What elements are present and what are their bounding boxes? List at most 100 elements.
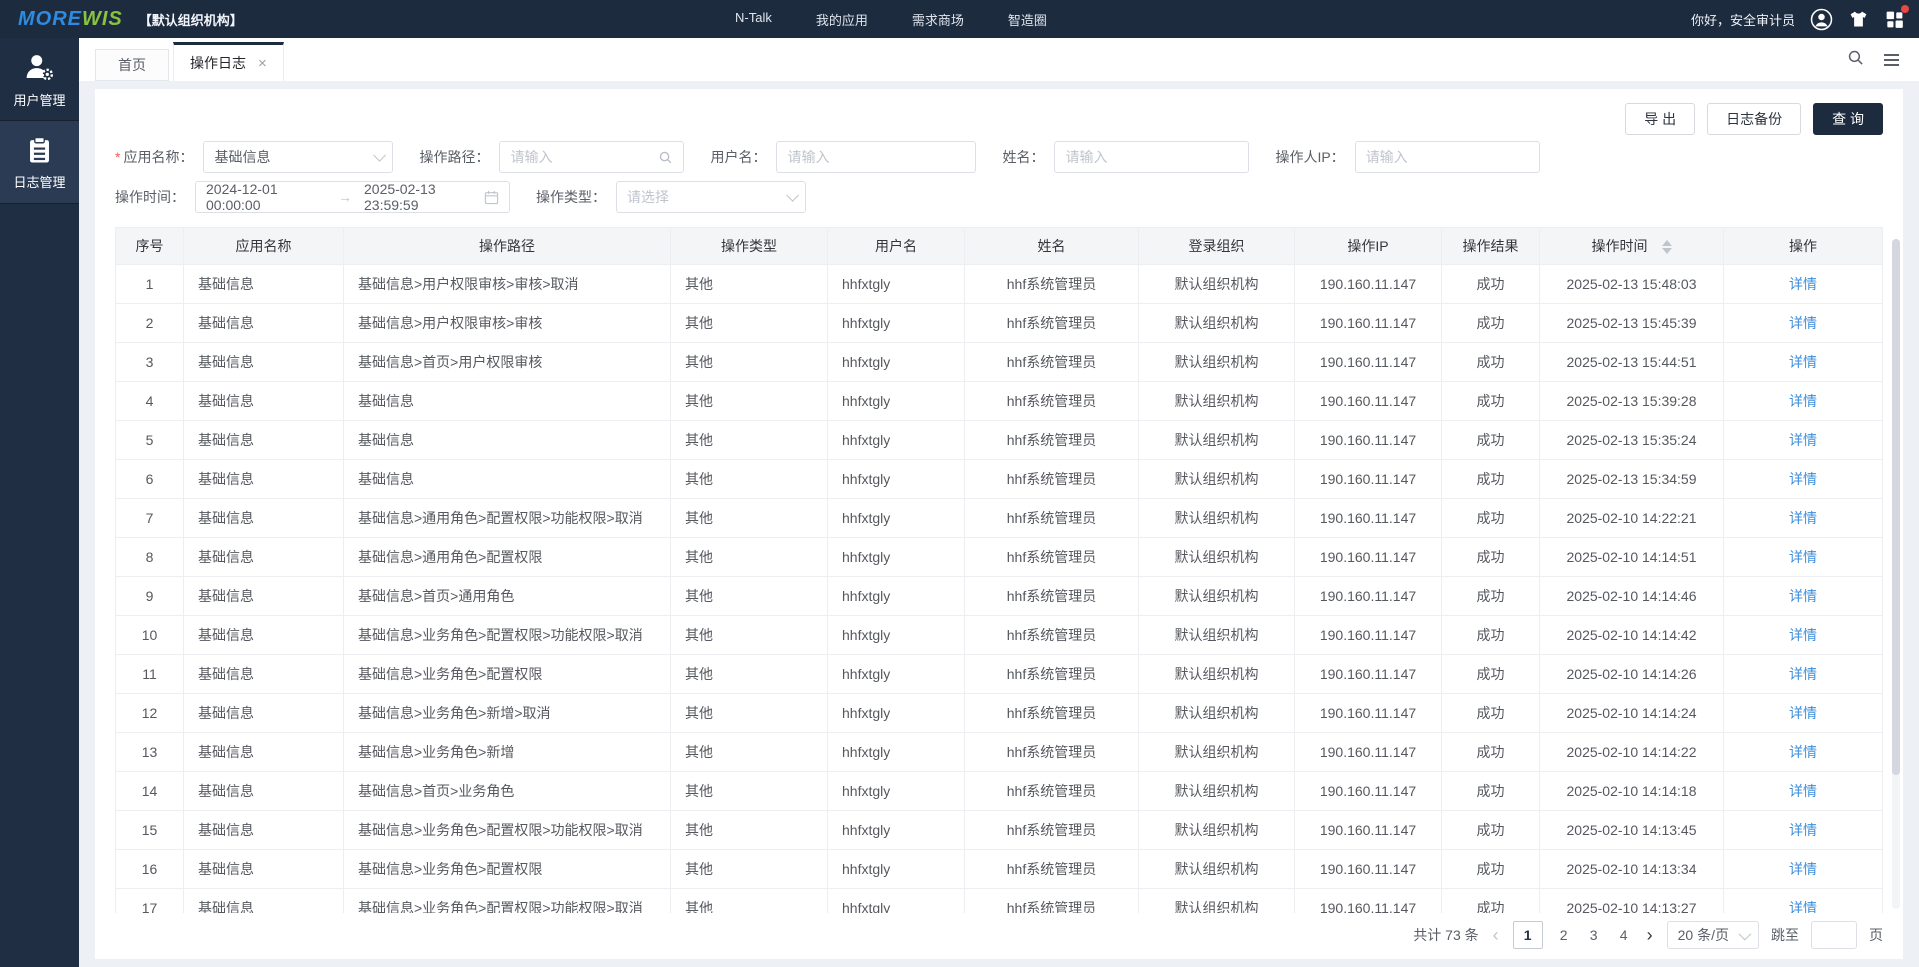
cell-action: 详情 xyxy=(1723,420,1883,460)
table-row: 5 基础信息 基础信息 其他 hhfxtgly hhf系统管理员 默认组织机构 … xyxy=(115,420,1883,460)
detail-link[interactable]: 详情 xyxy=(1789,744,1817,760)
next-page-icon[interactable]: › xyxy=(1645,926,1655,944)
app-logo[interactable]: MORE WIS xyxy=(18,8,123,31)
cell-seq: 10 xyxy=(115,615,184,655)
menu-icon[interactable] xyxy=(1884,54,1899,66)
cell-op-path: 基础信息>首页>业务角色 xyxy=(343,771,671,811)
detail-link[interactable]: 详情 xyxy=(1789,471,1817,487)
detail-link[interactable]: 详情 xyxy=(1789,354,1817,370)
detail-link[interactable]: 详情 xyxy=(1789,393,1817,409)
cell-op-result: 成功 xyxy=(1441,498,1540,538)
apps-grid-icon[interactable] xyxy=(1884,4,1909,30)
detail-link[interactable]: 详情 xyxy=(1789,666,1817,682)
prev-page-icon[interactable]: ‹ xyxy=(1491,926,1501,944)
export-button[interactable]: 导 出 xyxy=(1625,103,1696,135)
cell-op-path: 基础信息>首页>用户权限审核 xyxy=(343,342,671,382)
nav-item-my-apps[interactable]: 我的应用 xyxy=(816,10,868,29)
cell-action: 详情 xyxy=(1723,303,1883,343)
cell-op-result: 成功 xyxy=(1441,771,1540,811)
calendar-icon[interactable] xyxy=(484,190,499,205)
detail-link[interactable]: 详情 xyxy=(1789,510,1817,526)
cell-op-result: 成功 xyxy=(1441,537,1540,577)
cell-app-name: 基础信息 xyxy=(183,771,344,811)
query-button[interactable]: 查 询 xyxy=(1813,103,1883,135)
tab-operation-log[interactable]: 操作日志 × xyxy=(173,42,284,81)
cell-op-result: 成功 xyxy=(1441,888,1540,913)
detail-link[interactable]: 详情 xyxy=(1789,783,1817,799)
detail-link[interactable]: 详情 xyxy=(1789,315,1817,331)
op-type-select[interactable]: 请选择 xyxy=(616,181,806,213)
username-input[interactable]: 请输入 xyxy=(776,141,977,173)
cell-op-result: 成功 xyxy=(1441,303,1540,343)
cell-op-path: 基础信息 xyxy=(343,459,671,499)
cell-op-path: 基础信息>业务角色>配置权限>功能权限>取消 xyxy=(343,615,671,655)
search-icon[interactable] xyxy=(658,150,673,165)
tab-home[interactable]: 首页 xyxy=(95,49,169,81)
cell-op-result: 成功 xyxy=(1441,810,1540,850)
app-name-select[interactable]: 基础信息 xyxy=(203,141,394,173)
cell-op-ip: 190.160.11.147 xyxy=(1294,732,1442,772)
op-time-range-picker[interactable]: 2024-12-01 00:00:00 → 2025-02-13 23:59:5… xyxy=(195,181,510,213)
page-number-4[interactable]: 4 xyxy=(1615,927,1633,943)
cell-op-ip: 190.160.11.147 xyxy=(1294,810,1442,850)
cell-op-path: 基础信息>业务角色>新增>取消 xyxy=(343,693,671,733)
op-time-start: 2024-12-01 00:00:00 xyxy=(206,181,278,213)
col-header-op-time[interactable]: 操作时间 xyxy=(1539,227,1724,265)
close-icon[interactable]: × xyxy=(258,56,267,71)
detail-link[interactable]: 详情 xyxy=(1789,705,1817,721)
cell-username: hhfxtgly xyxy=(827,615,965,655)
table-row: 17 基础信息 基础信息>业务角色>配置权限>功能权限>取消 其他 hhfxtg… xyxy=(115,888,1883,913)
cell-op-ip: 190.160.11.147 xyxy=(1294,654,1442,694)
scrollbar-thumb[interactable] xyxy=(1892,239,1900,775)
detail-link[interactable]: 详情 xyxy=(1789,588,1817,604)
cell-seq: 1 xyxy=(115,264,184,304)
cell-op-type: 其他 xyxy=(670,303,828,343)
cell-name: hhf系统管理员 xyxy=(964,615,1139,655)
cell-action: 详情 xyxy=(1723,732,1883,772)
sidebar-item-user-management[interactable]: 用户管理 xyxy=(0,38,79,121)
cell-name: hhf系统管理员 xyxy=(964,264,1139,304)
page-number-2[interactable]: 2 xyxy=(1555,927,1573,943)
cell-username: hhfxtgly xyxy=(827,537,965,577)
cell-name: hhf系统管理员 xyxy=(964,381,1139,421)
detail-link[interactable]: 详情 xyxy=(1789,861,1817,877)
cell-op-type: 其他 xyxy=(670,381,828,421)
cell-seq: 15 xyxy=(115,810,184,850)
cell-op-ip: 190.160.11.147 xyxy=(1294,888,1442,913)
detail-link[interactable]: 详情 xyxy=(1789,900,1817,913)
shirt-icon[interactable] xyxy=(1848,9,1869,30)
nav-item-zhizaoquan[interactable]: 智造圈 xyxy=(1008,10,1047,29)
cell-name: hhf系统管理员 xyxy=(964,810,1139,850)
detail-link[interactable]: 详情 xyxy=(1789,276,1817,292)
table-row: 7 基础信息 基础信息>通用角色>配置权限>功能权限>取消 其他 hhfxtgl… xyxy=(115,498,1883,538)
detail-link[interactable]: 详情 xyxy=(1789,549,1817,565)
nav-item-demand-mall[interactable]: 需求商场 xyxy=(912,10,964,29)
page-number-1[interactable]: 1 xyxy=(1512,921,1543,949)
detail-link[interactable]: 详情 xyxy=(1789,822,1817,838)
cell-app-name: 基础信息 xyxy=(183,732,344,772)
sort-icon[interactable] xyxy=(1661,240,1672,255)
sidebar-item-log-management[interactable]: 日志管理 xyxy=(0,121,79,204)
page-number-3[interactable]: 3 xyxy=(1585,927,1603,943)
cell-op-ip: 190.160.11.147 xyxy=(1294,771,1442,811)
jump-page-input[interactable] xyxy=(1811,921,1857,949)
log-backup-button[interactable]: 日志备份 xyxy=(1707,103,1802,135)
filter-row-1: * 应用名称： 基础信息 操作路径： 请输入 用户名： 请输入 姓名： 请输入 … xyxy=(115,137,1883,177)
nav-item-ntalk[interactable]: N-Talk xyxy=(735,10,772,29)
detail-link[interactable]: 详情 xyxy=(1789,627,1817,643)
chevron-down-icon xyxy=(786,188,799,202)
detail-link[interactable]: 详情 xyxy=(1789,432,1817,448)
name-input[interactable]: 请输入 xyxy=(1054,141,1250,173)
table-row: 10 基础信息 基础信息>业务角色>配置权限>功能权限>取消 其他 hhfxtg… xyxy=(115,615,1883,655)
avatar-icon[interactable] xyxy=(1810,8,1833,31)
cell-login-org: 默认组织机构 xyxy=(1138,810,1295,850)
op-path-input[interactable]: 请输入 xyxy=(499,141,685,173)
op-ip-input[interactable]: 请输入 xyxy=(1354,141,1540,173)
op-type-placeholder: 请选择 xyxy=(627,189,669,205)
cell-login-org: 默认组织机构 xyxy=(1138,342,1295,382)
cell-action: 详情 xyxy=(1723,381,1883,421)
page-size-select[interactable]: 20 条/页 xyxy=(1666,921,1759,949)
toolbar: 导 出 日志备份 查 询 xyxy=(115,89,1883,137)
search-icon[interactable] xyxy=(1847,49,1864,71)
cell-op-path: 基础信息>业务角色>新增 xyxy=(343,732,671,772)
